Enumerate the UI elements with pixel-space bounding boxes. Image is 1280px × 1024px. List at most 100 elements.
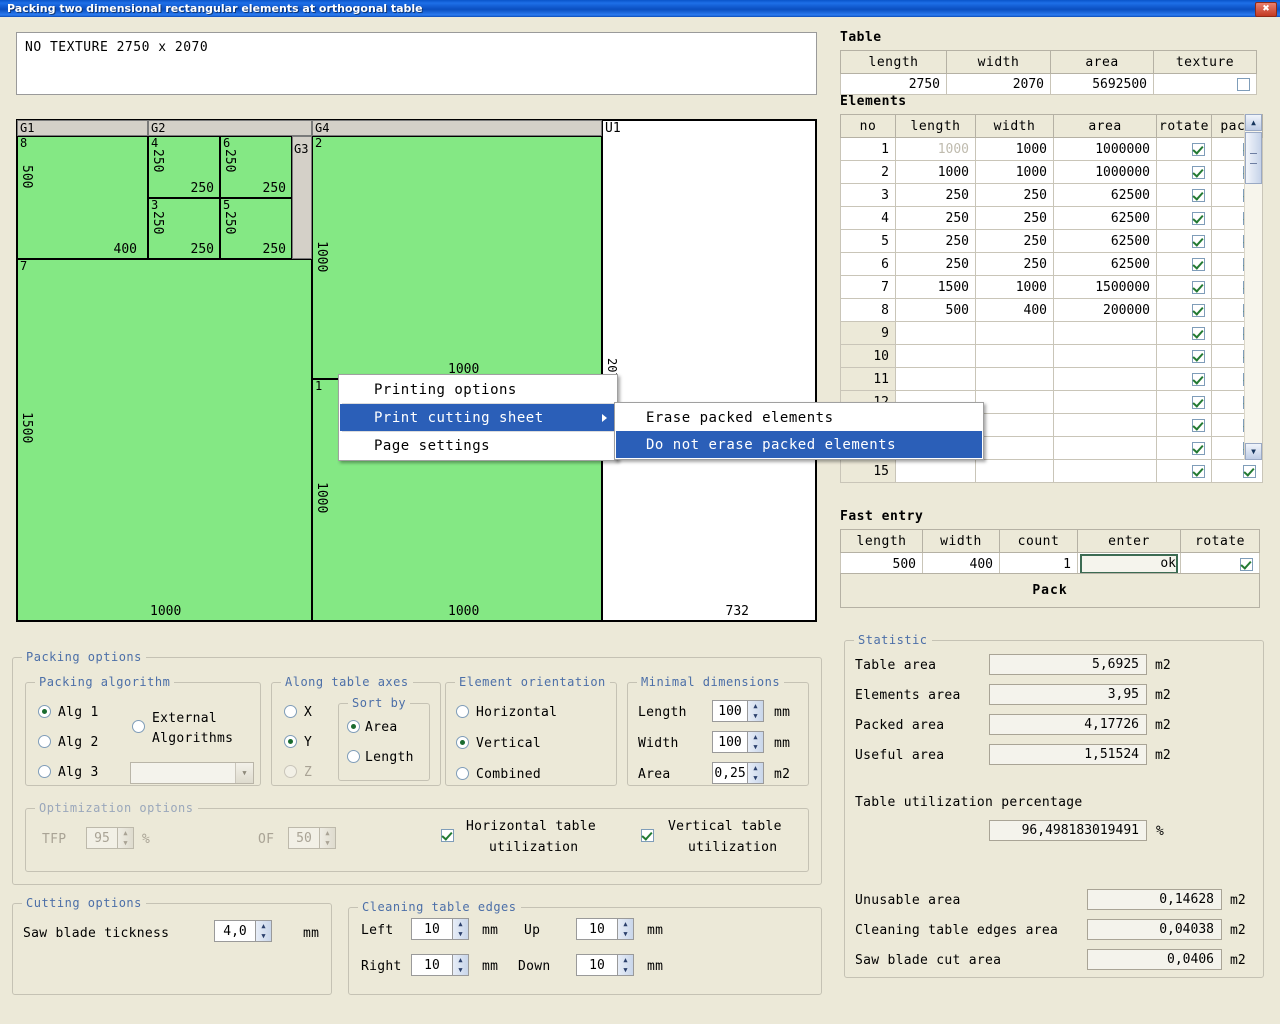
radio-sort-length[interactable] (347, 750, 360, 763)
checkbox-rotate[interactable] (1192, 442, 1205, 455)
elements-scrollbar[interactable]: ▲ ▼ (1244, 114, 1262, 460)
element-row-width[interactable]: 250 (976, 253, 1054, 276)
table-properties-grid[interactable]: length width area texture 2750 2070 5692… (840, 50, 1257, 95)
element-row-no[interactable]: 1 (841, 138, 896, 161)
packing-canvas[interactable]: G1 8 500 400 G2 G3 4 250 250 6 250 250 (16, 119, 817, 622)
radio-alg-3[interactable] (38, 765, 51, 778)
free-area-u1[interactable]: U1 732 (602, 120, 816, 621)
element-row-rotate[interactable] (1157, 460, 1212, 483)
clean-down-stepper[interactable]: 10 ▲▼ (576, 954, 634, 976)
element-row-rotate[interactable] (1157, 161, 1212, 184)
radio-orientation-vertical[interactable] (456, 736, 469, 749)
checkbox-rotate[interactable] (1192, 143, 1205, 156)
fast-entry-grid[interactable]: length width count enter rotate 500 400 … (840, 529, 1260, 576)
element-row-rotate[interactable] (1157, 368, 1212, 391)
checkbox-pack[interactable] (1243, 465, 1256, 478)
element-row-width[interactable]: 1000 (976, 161, 1054, 184)
element-row-rotate[interactable] (1157, 253, 1212, 276)
radio-orientation-combined[interactable] (456, 767, 469, 780)
element-row-no[interactable]: 9 (841, 322, 896, 345)
element-row-rotate[interactable] (1157, 230, 1212, 253)
element-row-pack[interactable] (1212, 460, 1263, 483)
element-row-no[interactable]: 8 (841, 299, 896, 322)
submenu-item-erase-packed-elements[interactable]: Erase packed elements (616, 404, 982, 431)
element-row-width[interactable] (976, 322, 1054, 345)
checkbox-horizontal-table-utilization[interactable] (441, 829, 454, 842)
checkbox-rotate[interactable] (1192, 304, 1205, 317)
radio-axis-y[interactable] (284, 735, 297, 748)
radio-orientation-horizontal[interactable] (456, 705, 469, 718)
element-row-length[interactable]: 250 (896, 253, 976, 276)
element-row-width[interactable] (976, 437, 1054, 460)
element-row-rotate[interactable] (1157, 322, 1212, 345)
stepper-arrows-icon[interactable]: ▲▼ (452, 919, 468, 939)
element-2[interactable]: 2 1000 1000 (312, 136, 602, 379)
checkbox-rotate[interactable] (1192, 419, 1205, 432)
element-row-width[interactable]: 1000 (976, 276, 1054, 299)
checkbox-rotate[interactable] (1192, 396, 1205, 409)
element-row-rotate[interactable] (1157, 391, 1212, 414)
element-row-no[interactable]: 2 (841, 161, 896, 184)
element-row-width[interactable]: 400 (976, 299, 1054, 322)
element-row-no[interactable]: 11 (841, 368, 896, 391)
minimal-area-stepper[interactable]: 0,25 ▲▼ (712, 762, 764, 784)
element-row-rotate[interactable] (1157, 437, 1212, 460)
table-row[interactable]: 7150010001500000 (841, 276, 1263, 299)
element-row-width[interactable] (976, 345, 1054, 368)
checkbox-vertical-table-utilization[interactable] (641, 829, 654, 842)
stepper-arrows-icon[interactable]: ▲▼ (452, 955, 468, 975)
checkbox-rotate[interactable] (1192, 166, 1205, 179)
element-row-length[interactable]: 250 (896, 184, 976, 207)
element-5[interactable]: 5 250 250 (220, 198, 292, 259)
element-row-width[interactable]: 1000 (976, 138, 1054, 161)
submenu-item-do-not-erase-packed-elements[interactable]: Do not erase packed elements (616, 431, 982, 458)
element-row-length[interactable]: 500 (896, 299, 976, 322)
scroll-up-button[interactable]: ▲ (1245, 114, 1262, 131)
element-row-length[interactable] (896, 345, 976, 368)
table-row[interactable]: 10 (841, 345, 1263, 368)
minimal-length-stepper[interactable]: 100 ▲▼ (712, 700, 764, 722)
element-8[interactable]: 8 500 400 (17, 136, 148, 259)
element-row-length[interactable]: 1000 (896, 138, 976, 161)
checkbox-rotate[interactable] (1192, 212, 1205, 225)
saw-blade-thickness-stepper[interactable]: 4,0 ▲▼ (214, 920, 272, 942)
element-row-length[interactable] (896, 322, 976, 345)
radio-alg-1[interactable] (38, 705, 51, 718)
element-row-length[interactable] (896, 368, 976, 391)
element-row-width[interactable] (976, 368, 1054, 391)
checkbox-table-texture[interactable] (1237, 78, 1250, 91)
radio-axis-x[interactable] (284, 705, 297, 718)
element-row-no[interactable]: 7 (841, 276, 896, 299)
texture-preview[interactable]: NO TEXTURE 2750 x 2070 (16, 32, 817, 95)
table-row[interactable]: 325025062500 (841, 184, 1263, 207)
element-row-rotate[interactable] (1157, 299, 1212, 322)
element-row-length[interactable]: 250 (896, 207, 976, 230)
element-row-length[interactable]: 1000 (896, 161, 976, 184)
table-value-row[interactable]: 2750 2070 5692500 (841, 74, 1257, 95)
group-g3[interactable]: G3 (292, 136, 312, 259)
element-row-rotate[interactable] (1157, 138, 1212, 161)
group-g4[interactable]: G4 (312, 120, 602, 136)
element-6[interactable]: 6 250 250 (220, 136, 292, 198)
element-row-length[interactable]: 250 (896, 230, 976, 253)
table-row[interactable]: 525025062500 (841, 230, 1263, 253)
table-row[interactable]: 15 (841, 460, 1263, 483)
element-row-no[interactable]: 5 (841, 230, 896, 253)
table-row[interactable]: 2100010001000000 (841, 161, 1263, 184)
element-row-rotate[interactable] (1157, 184, 1212, 207)
group-g2[interactable]: G2 (148, 120, 312, 136)
element-row-width[interactable]: 250 (976, 230, 1054, 253)
element-row-width[interactable] (976, 460, 1054, 483)
element-row-length[interactable] (896, 460, 976, 483)
group-g1[interactable]: G1 (17, 120, 148, 136)
context-submenu[interactable]: Erase packed elements Do not erase packe… (614, 402, 984, 460)
element-row-no[interactable]: 4 (841, 207, 896, 230)
context-menu[interactable]: Printing options Print cutting sheet Pag… (338, 374, 618, 461)
radio-external-algorithms[interactable] (132, 720, 145, 733)
window-titlebar[interactable]: Packing two dimensional rectangular elem… (0, 0, 1280, 17)
stepper-arrows-icon[interactable]: ▲▼ (747, 732, 763, 752)
clean-left-stepper[interactable]: 10 ▲▼ (411, 918, 469, 940)
element-row-rotate[interactable] (1157, 276, 1212, 299)
checkbox-rotate[interactable] (1192, 189, 1205, 202)
checkbox-rotate[interactable] (1192, 235, 1205, 248)
